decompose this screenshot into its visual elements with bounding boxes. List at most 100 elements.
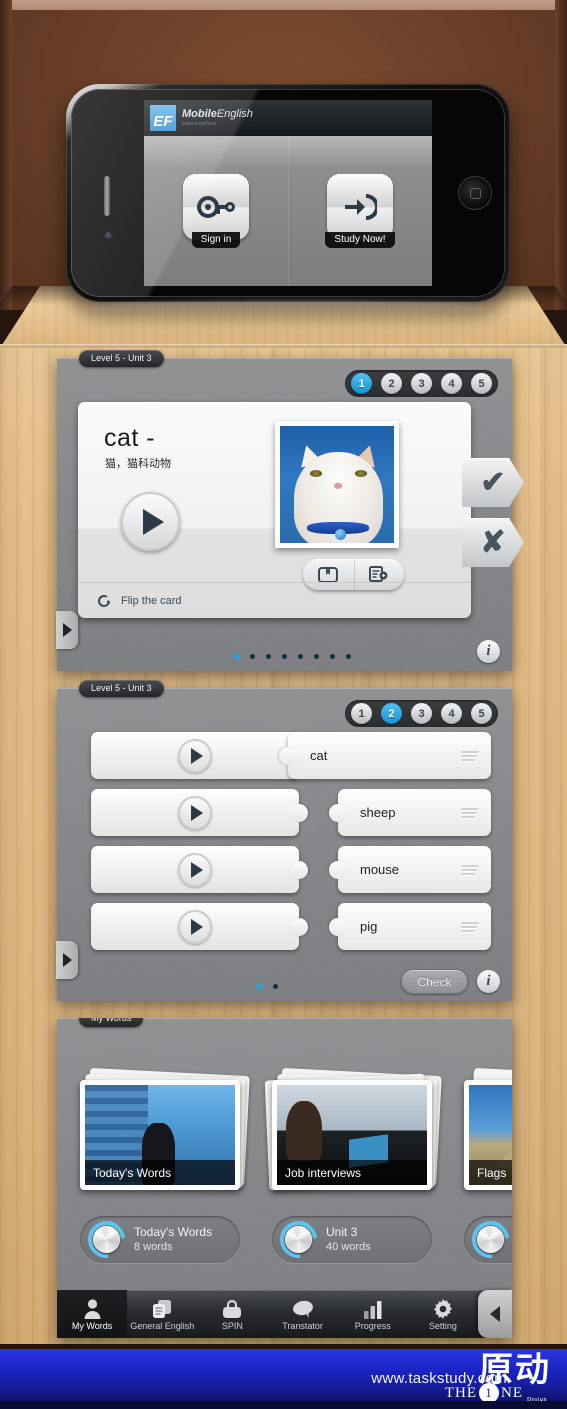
step-3[interactable]: 3 [411,373,432,394]
home-button[interactable] [458,176,492,210]
panel2-pagination-dots[interactable] [257,984,278,989]
progress-dial[interactable] [272,1213,325,1266]
pagination-dot[interactable] [314,654,319,659]
match-row[interactable]: pig [91,903,491,950]
word-piece[interactable]: pig [329,903,491,950]
chevron-left-icon [490,1306,501,1322]
studynow-button[interactable] [327,174,393,240]
panel2-info-button[interactable]: i [477,970,500,993]
deck-card[interactable]: Flags [464,1067,512,1190]
drag-handle-icon[interactable] [461,863,479,877]
cat-bell [334,528,346,540]
app-title-bold: Mobile [182,108,217,121]
deck-front[interactable]: Job interviews [272,1080,432,1190]
play-word-button[interactable] [178,738,212,773]
word-card[interactable]: cat - 猫，猫科动物 Flip the card [78,402,471,618]
deck-front[interactable]: Flags [464,1080,512,1190]
deck-image: Flags [469,1085,512,1185]
match-row[interactable]: mouse [91,846,491,893]
pagination-dot[interactable] [266,654,271,659]
dial-title: Today's Words [134,1224,213,1239]
progress-dial[interactable] [80,1213,133,1266]
pagination-dot[interactable] [298,654,303,659]
play-word-button[interactable] [178,852,212,887]
tab-progress[interactable]: Progress [338,1290,408,1338]
logo-the: THE [444,1384,477,1401]
tab-general-english[interactable]: General English [127,1290,197,1338]
audio-piece[interactable] [91,903,308,950]
bar-chart-icon [363,1298,383,1319]
drag-handle-icon[interactable] [461,806,479,820]
deck-card[interactable]: Today's Words [80,1067,250,1190]
step-1[interactable]: 1 [351,373,372,394]
audio-piece[interactable] [91,846,308,893]
pagination-dot[interactable] [346,654,351,659]
pagination-dot[interactable] [234,654,239,659]
card-footer[interactable]: Flip the card [78,582,471,618]
basket-icon [222,1298,242,1319]
deck-caption: Today's Words [85,1160,235,1185]
deck-caption: Flags [469,1160,512,1185]
tab-spin[interactable]: SPIN [197,1290,267,1338]
match-row[interactable]: sheep [91,789,491,836]
studynow-label: Study Now! [325,232,395,248]
studynow-cell[interactable]: Study Now! [288,136,432,286]
panel1-pagination-dots[interactable] [234,654,351,659]
tab-bar[interactable]: My Words General English SPIN Transtator [57,1290,512,1338]
dial-knob[interactable] [285,1226,312,1253]
word-piece[interactable]: sheep [329,789,491,836]
volume-button[interactable] [104,176,110,216]
word-label: cat [310,748,328,763]
deck-front[interactable]: Today's Words [80,1080,240,1190]
tab-translator[interactable]: Transtator [268,1290,338,1338]
panel2-step-nav[interactable]: 1 2 3 4 5 [345,700,498,727]
panel1-info-button[interactable]: i [477,640,500,663]
progress-dial[interactable] [464,1213,512,1266]
step-2[interactable]: 2 [381,373,402,394]
dial-unit[interactable]: Unit 3 40 words [272,1213,432,1266]
tab-label: SPIN [221,1320,243,1331]
signin-button[interactable] [183,174,249,240]
panel1-side-tab[interactable] [56,611,78,649]
drag-handle-icon[interactable] [461,749,479,763]
step-1[interactable]: 1 [351,703,372,724]
arrow-into-door-icon [343,194,377,220]
pagination-dot[interactable] [257,984,262,989]
check-button[interactable]: Check [401,969,468,994]
word-piece[interactable]: mouse [329,846,491,893]
deck-card[interactable]: Job interviews [264,1067,442,1191]
step-2[interactable]: 2 [381,703,402,724]
pagination-dot[interactable] [282,654,287,659]
card-photo[interactable] [275,421,399,548]
play-word-button[interactable] [178,909,212,944]
play-icon [191,861,203,878]
play-word-button[interactable] [178,795,212,830]
tab-my-words[interactable]: My Words [57,1290,128,1338]
pagination-dot[interactable] [250,654,255,659]
step-5[interactable]: 5 [471,373,492,394]
dial-today[interactable]: Today's Words 8 words [80,1213,240,1266]
step-3[interactable]: 3 [411,703,432,724]
dial-next[interactable] [464,1213,512,1266]
step-4[interactable]: 4 [441,373,462,394]
step-4[interactable]: 4 [441,703,462,724]
audio-piece[interactable] [91,732,299,779]
signin-cell[interactable]: Sign in [144,136,288,286]
logo-ne: NE [501,1384,523,1401]
app-tagline: learn anywhere [182,120,217,127]
audio-piece[interactable] [91,789,308,836]
play-icon [143,508,164,535]
match-row[interactable]: cat [91,732,491,779]
tab-setting[interactable]: Setting [408,1290,478,1338]
panel1-step-nav[interactable]: 1 2 3 4 5 [345,370,498,397]
pagination-dot[interactable] [330,654,335,659]
pagination-dot[interactable] [273,984,278,989]
word-piece[interactable]: cat [279,732,491,779]
step-5[interactable]: 5 [471,703,492,724]
play-audio-button[interactable] [121,492,180,551]
drag-handle-icon[interactable] [461,920,479,934]
dial-knob[interactable] [93,1226,120,1253]
dial-knob[interactable] [477,1226,504,1253]
panel2-side-tab[interactable] [56,941,78,979]
tabbar-collapse-button[interactable] [478,1290,512,1338]
